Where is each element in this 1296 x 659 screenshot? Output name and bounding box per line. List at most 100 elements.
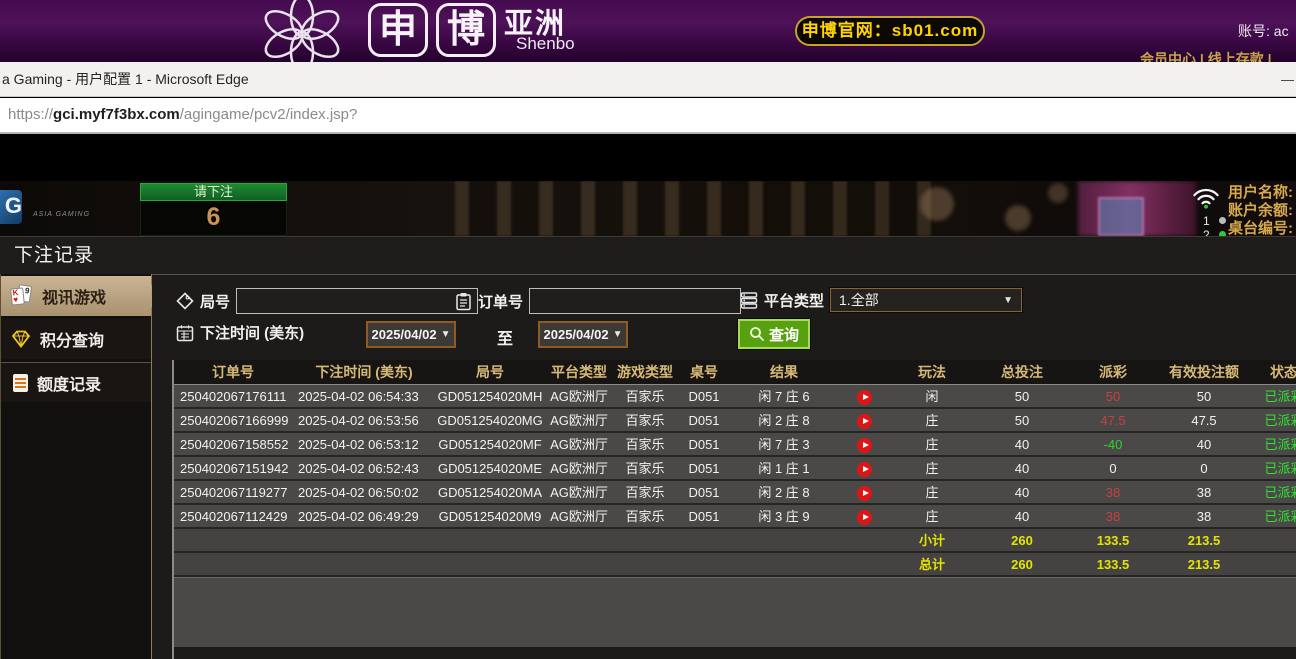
game-video-strip: G ASIA GAMING 请下注 6 1 2 用户名称: 账户余额: 桌台编号… xyxy=(0,181,1296,236)
summary-valid-bet: 213.5 xyxy=(1154,529,1254,551)
order-input[interactable] xyxy=(529,288,741,314)
cell-valid-bet: 47.5 xyxy=(1154,409,1254,431)
platform-label: 平台类型 xyxy=(764,290,824,311)
official-site-pill[interactable]: 申博官网：sb01.com xyxy=(795,16,985,46)
cell-play xyxy=(836,409,892,431)
cell-status: 已派彩 xyxy=(1254,505,1296,527)
table-header-row: 订单号 下注时间 (美东) 局号 平台类型 游戏类型 桌号 结果 玩法 总投注 … xyxy=(174,360,1296,385)
tag-icon xyxy=(176,292,194,310)
cell-status: 已派彩 xyxy=(1254,385,1296,407)
cell-result: 闲 1 庄 1 xyxy=(732,457,836,479)
cell-platform: AG欧洲厅 xyxy=(544,433,614,455)
cell-payout: -40 xyxy=(1072,433,1154,455)
cell-valid-bet: 50 xyxy=(1154,385,1254,407)
summary-total-bet: 260 xyxy=(972,529,1072,551)
cell-result: 闲 2 庄 8 xyxy=(732,409,836,431)
search-button-label: 查询 xyxy=(769,324,799,345)
cell-total-bet: 50 xyxy=(972,409,1072,431)
round-filter: 局号 xyxy=(176,288,478,314)
subtotal-row: 小计260133.5213.5 xyxy=(174,529,1296,553)
net-level-1: 1 xyxy=(1203,214,1210,228)
sidebar-item-label: 额度记录 xyxy=(37,371,101,395)
cell-bet-time: 2025-04-02 06:53:12 xyxy=(292,433,436,455)
logo-bo: 博 xyxy=(436,3,496,57)
chevron-down-icon: ▼ xyxy=(1003,295,1013,306)
calendar-icon xyxy=(176,324,194,342)
play-video-icon[interactable] xyxy=(857,486,872,501)
balance-label: 账户余额: xyxy=(1228,202,1293,220)
col-order-no: 订单号 xyxy=(174,360,292,384)
sidebar-item-quota-records[interactable]: 额度记录 xyxy=(1,362,151,402)
order-label: 订单号 xyxy=(478,291,523,312)
cell-bet-time: 2025-04-02 06:52:43 xyxy=(292,457,436,479)
cell-order-no: 250402067119277 xyxy=(174,481,292,503)
cell-total-bet: 40 xyxy=(972,505,1072,527)
cell-bet-time: 2025-04-02 06:54:33 xyxy=(292,385,436,407)
play-video-icon[interactable] xyxy=(857,438,872,453)
play-video-icon[interactable] xyxy=(857,510,872,525)
cell-table-no: D051 xyxy=(676,385,732,407)
search-button[interactable]: 查询 xyxy=(738,319,810,349)
cell-game-type: 百家乐 xyxy=(614,409,676,431)
cell-result: 闲 7 庄 3 xyxy=(732,433,836,455)
browser-urlbar[interactable]: https://gci.myf7f3bx.com/agingame/pcv2/i… xyxy=(0,98,1296,134)
cell-play xyxy=(836,481,892,503)
play-video-icon[interactable] xyxy=(857,414,872,429)
cell-order-no: 250402067158552 xyxy=(174,433,292,455)
summary-payout: 133.5 xyxy=(1072,529,1154,551)
col-play-spacer xyxy=(836,360,892,384)
cell-table-no: D051 xyxy=(676,481,732,503)
col-game-type: 游戏类型 xyxy=(614,360,676,384)
clipboard-icon xyxy=(455,292,472,311)
cell-payout: 38 xyxy=(1072,505,1154,527)
table-row: 2504020671669992025-04-02 06:53:56GD0512… xyxy=(174,409,1296,433)
cell-play xyxy=(836,433,892,455)
col-round-no: 局号 xyxy=(436,360,544,384)
col-table-no: 桌号 xyxy=(676,360,732,384)
table-no-label: 桌台编号: xyxy=(1228,220,1293,236)
cell-table-no: D051 xyxy=(676,505,732,527)
order-filter: 订单号 xyxy=(455,288,741,314)
member-links[interactable]: 会员中心 | 线上存款 | xyxy=(1140,49,1272,62)
window-title: a Gaming - 用户配置 1 - Microsoft Edge xyxy=(2,71,249,87)
platform-select[interactable]: 1.全部 ▼ xyxy=(830,288,1022,312)
diamond-icon xyxy=(11,330,31,348)
play-video-icon[interactable] xyxy=(857,462,872,477)
minimize-icon[interactable]: — xyxy=(1281,62,1294,97)
play-video-icon[interactable] xyxy=(857,390,872,405)
sidebar-item-label: 积分查询 xyxy=(40,327,104,351)
cell-table-no: D051 xyxy=(676,433,732,455)
cell-round-no: GD051254020MA xyxy=(436,481,544,503)
col-payout: 派彩 xyxy=(1072,360,1154,384)
col-side: 玩法 xyxy=(892,360,972,384)
document-icon xyxy=(13,374,28,392)
main-body: 9 K♥ 视讯游戏 积分查询 额度记录 xyxy=(0,274,1296,659)
sidebar-item-video-games[interactable]: 9 K♥ 视讯游戏 xyxy=(1,276,151,316)
cell-valid-bet: 0 xyxy=(1154,457,1254,479)
url-domain: gci.myf7f3bx.com xyxy=(53,106,180,123)
wifi-icon xyxy=(1192,187,1220,209)
bet-time-filter: 下注时间 (美东) xyxy=(176,322,304,343)
bet-countdown-panel: 请下注 6 xyxy=(140,183,287,236)
cell-result: 闲 3 庄 9 xyxy=(732,505,836,527)
date-to-picker[interactable]: 2025/04/02 ▼ xyxy=(538,321,628,348)
cell-round-no: GD051254020MH xyxy=(436,385,544,407)
col-status: 状态 xyxy=(1254,360,1296,384)
col-result: 结果 xyxy=(732,360,836,384)
cell-play xyxy=(836,505,892,527)
cell-round-no: GD051254020MG xyxy=(436,409,544,431)
cell-payout: 0 xyxy=(1072,457,1154,479)
summary-label: 总计 xyxy=(892,553,972,575)
cell-bet-time: 2025-04-02 06:49:29 xyxy=(292,505,436,527)
ag-logo: G xyxy=(0,190,22,224)
cell-round-no: GD051254020M9 xyxy=(436,505,544,527)
cell-platform: AG欧洲厅 xyxy=(544,409,614,431)
round-input[interactable] xyxy=(236,288,478,314)
cell-payout: 50 xyxy=(1072,385,1154,407)
date-from-picker[interactable]: 2025/04/02 ▼ xyxy=(366,321,456,348)
sidebar-item-points-query[interactable]: 积分查询 xyxy=(1,319,151,359)
cell-payout: 38 xyxy=(1072,481,1154,503)
cell-game-type: 百家乐 xyxy=(614,481,676,503)
summary-label: 小计 xyxy=(892,529,972,551)
cell-play xyxy=(836,457,892,479)
